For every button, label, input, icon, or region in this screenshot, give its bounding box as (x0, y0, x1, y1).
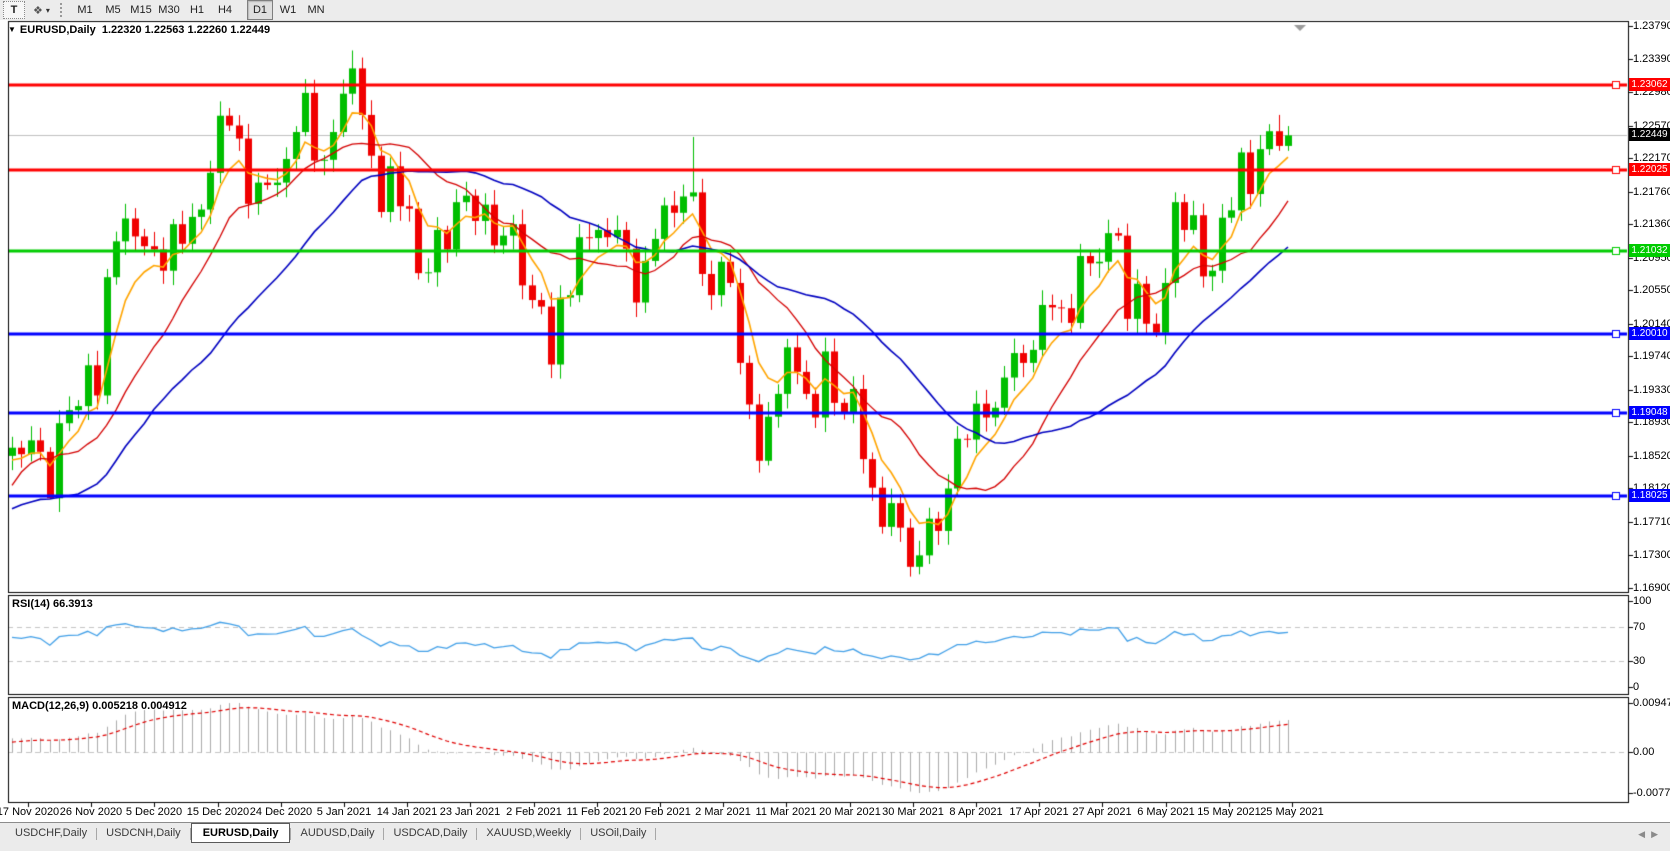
timeframe-button-m1[interactable]: M1 (72, 1, 98, 19)
tab-separator (655, 828, 656, 840)
mt4-window: T ❖ ▾ M1M5M15M30H1H4 D1W1MN ▼EURUSD,Daily… (0, 0, 1670, 850)
timeframe-button-m5[interactable]: M5 (100, 1, 126, 19)
tab-xauusd-weekly[interactable]: XAUUSD,Weekly (477, 824, 580, 843)
timeframe-button-w1[interactable]: W1 (275, 1, 301, 19)
timeframe-button-h1[interactable]: H1 (184, 1, 210, 19)
tab-scroll-left-icon[interactable]: ◀ (1638, 829, 1651, 839)
timeframe-button-m15[interactable]: M15 (128, 1, 154, 19)
text-tool-button[interactable]: T (3, 1, 25, 19)
timeframe-button-mn[interactable]: MN (303, 1, 329, 19)
timeframe-button-m30[interactable]: M30 (156, 1, 182, 19)
chart-canvas[interactable] (0, 20, 1670, 822)
tab-usoil-daily[interactable]: USOil,Daily (581, 824, 655, 843)
tab-usdcad-daily[interactable]: USDCAD,Daily (384, 824, 476, 843)
timeframe-button-h4[interactable]: H4 (212, 1, 238, 19)
toolbar-separator (60, 3, 67, 17)
symbol-tab-bar: USDCHF,DailyUSDCNH,DailyEURUSD,DailyAUDU… (0, 822, 1670, 851)
top-toolbar: T ❖ ▾ M1M5M15M30H1H4 D1W1MN (0, 0, 1670, 21)
timeframe-toolbar: M1M5M15M30H1H4 D1W1MN (71, 0, 330, 20)
chart-region: ▼EURUSD,Daily 1.22320 1.22563 1.22260 1.… (0, 20, 1670, 822)
tab-audusd-daily[interactable]: AUDUSD,Daily (291, 824, 383, 843)
tab-eurusd-daily[interactable]: EURUSD,Daily (191, 823, 291, 843)
tab-usdcnh-daily[interactable]: USDCNH,Daily (97, 824, 190, 843)
objects-dropdown-button[interactable]: ❖ ▾ (27, 2, 57, 18)
chevron-down-icon: ▾ (46, 6, 51, 15)
objects-tool-icon: ❖ (33, 4, 44, 17)
tab-scroll-right-icon[interactable]: ▶ (1651, 829, 1664, 839)
timeframe-button-d1[interactable]: D1 (247, 0, 273, 20)
tab-usdchf-daily[interactable]: USDCHF,Daily (6, 824, 96, 843)
